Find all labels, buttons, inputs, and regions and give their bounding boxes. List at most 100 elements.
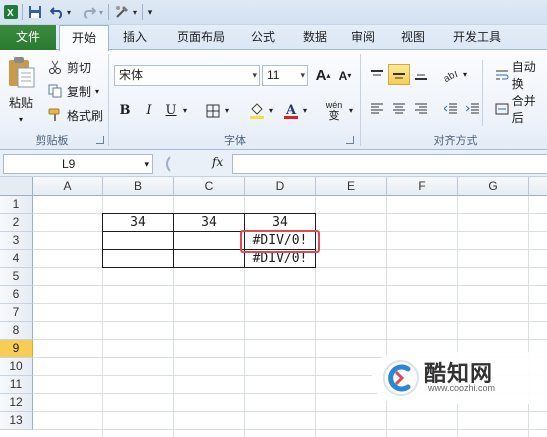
tab-data[interactable]: 数据 (292, 25, 338, 50)
underline-button[interactable]: U (160, 100, 182, 121)
underline-icon: U (165, 103, 177, 118)
row-header-3[interactable]: 3 (0, 232, 33, 250)
clipboard-group-label: 剪贴板 (35, 135, 69, 147)
increase-indent-button[interactable] (462, 98, 484, 119)
merge-center-button[interactable]: 合并后 (494, 94, 547, 125)
underline-dropdown-icon[interactable]: ▾ (180, 100, 190, 121)
orientation-dropdown-icon[interactable]: ▾ (460, 64, 470, 85)
group-separator (360, 54, 361, 146)
borders-dropdown-icon[interactable]: ▾ (222, 100, 232, 121)
copy-button[interactable]: 复制 ▾ (46, 82, 99, 100)
copy-dropdown-icon[interactable]: ▾ (95, 87, 99, 96)
gridline (33, 321, 547, 322)
column-header-h[interactable] (529, 177, 547, 196)
paste-button[interactable]: 粘贴 ▾ (4, 56, 38, 126)
save-icon[interactable] (26, 3, 44, 21)
row-header-8[interactable]: 8 (0, 322, 33, 340)
watermark-url: www.coozhi.com (428, 383, 496, 393)
row-header-6[interactable]: 6 (0, 286, 33, 304)
orientation-button[interactable]: ab (440, 64, 462, 85)
align-middle-button[interactable] (388, 64, 410, 85)
row-header-10[interactable]: 10 (0, 358, 33, 376)
align-right-button[interactable] (410, 98, 432, 119)
qat-dropdown-icon[interactable]: ▾ (144, 3, 156, 21)
row-header-1[interactable]: 1 (0, 196, 33, 214)
formula-input[interactable] (232, 154, 547, 174)
shrink-font-icon: A (338, 68, 348, 83)
row-header-7[interactable]: 7 (0, 304, 33, 322)
chevron-down-icon: ▾ (300, 70, 305, 80)
bold-button[interactable]: B (114, 100, 136, 121)
tab-review[interactable]: 审阅 (340, 25, 386, 50)
select-all-corner[interactable] (0, 177, 33, 196)
gridline (33, 411, 547, 412)
row-header-12[interactable]: 12 (0, 394, 33, 412)
column-header-c[interactable]: C (174, 177, 245, 196)
column-header-a[interactable]: A (33, 177, 103, 196)
qat-separator (142, 4, 143, 20)
font-name-select[interactable]: 宋体 ▾ (114, 65, 260, 86)
paste-icon (6, 56, 36, 88)
tab-formulas[interactable]: 公式 (240, 25, 286, 50)
align-center-button[interactable] (388, 98, 410, 119)
font-color-button[interactable]: A (280, 100, 302, 121)
excel-app-icon[interactable]: X (2, 3, 20, 21)
tab-page-layout[interactable]: 页面布局 (166, 25, 236, 50)
align-left-button[interactable] (366, 98, 388, 119)
row-header-13[interactable]: 13 (0, 412, 33, 430)
cut-button[interactable]: 剪切 (46, 58, 91, 76)
tab-developer[interactable]: 开发工具 (444, 25, 510, 50)
row-header-9[interactable]: 9 (0, 340, 33, 358)
font-size-value: 11 (267, 68, 280, 82)
italic-button[interactable]: I (138, 100, 160, 121)
custom-tool-icon[interactable] (113, 3, 131, 21)
row-header-11[interactable]: 11 (0, 376, 33, 394)
insert-function-button[interactable]: fx (212, 155, 223, 169)
column-header-f[interactable]: F (387, 177, 458, 196)
font-size-select[interactable]: 11 ▾ (262, 65, 308, 86)
grow-font-button[interactable]: A ▴ (312, 65, 334, 86)
align-bottom-button[interactable] (410, 64, 432, 85)
borders-button[interactable] (202, 100, 224, 121)
chevron-down-icon: ▾ (252, 70, 257, 80)
row-header-2[interactable]: 2 (0, 214, 33, 232)
row-header-4[interactable]: 4 (0, 250, 33, 268)
gridline (33, 303, 547, 304)
copy-icon (46, 84, 64, 98)
fill-color-dropdown-icon[interactable]: ▾ (266, 100, 276, 121)
clipboard-dialog-launcher-icon[interactable] (96, 136, 104, 144)
name-box[interactable]: L9 ▾ (3, 154, 153, 174)
column-header-d[interactable]: D (245, 177, 316, 196)
custom-tool-dropdown-icon[interactable]: ▾ (130, 3, 140, 21)
tab-home[interactable]: 开始 (59, 25, 109, 51)
format-painter-button[interactable]: 格式刷 (46, 106, 103, 124)
font-color-dropdown-icon[interactable]: ▾ (300, 100, 310, 121)
tab-view[interactable]: 视图 (390, 25, 436, 50)
fill-color-button[interactable] (246, 100, 268, 121)
svg-text:X: X (7, 8, 14, 19)
quick-access-toolbar: X ▾ ▾ ▾ ▾ (0, 0, 547, 25)
tab-insert[interactable]: 插入 (112, 25, 158, 50)
decrease-indent-button[interactable] (440, 98, 462, 119)
undo-dropdown-icon[interactable]: ▾ (64, 3, 74, 21)
cell-c2[interactable]: 34 (174, 214, 244, 232)
column-header-b[interactable]: B (103, 177, 174, 196)
align-top-button[interactable] (366, 64, 388, 85)
shrink-font-button[interactable]: A ▾ (334, 65, 356, 86)
grow-arrow-icon: ▴ (326, 71, 331, 80)
paste-dropdown-icon[interactable]: ▾ (19, 115, 23, 124)
wrap-text-button[interactable]: 自动换 (494, 60, 547, 91)
cell-b2[interactable]: 34 (103, 214, 173, 232)
gridline (33, 285, 547, 286)
font-dialog-launcher-icon[interactable] (346, 136, 354, 144)
phonetic-guide-button[interactable]: wén 变 (320, 98, 348, 124)
gridline (33, 429, 547, 430)
column-header-g[interactable]: G (458, 177, 529, 196)
tab-file[interactable]: 文件 (0, 25, 56, 50)
column-header-e[interactable]: E (316, 177, 387, 196)
italic-icon: I (146, 103, 152, 118)
redo-dropdown-icon[interactable]: ▾ (96, 3, 106, 21)
phonetic-dropdown-icon[interactable]: ▾ (346, 100, 356, 121)
name-box-value: L9 (62, 157, 76, 171)
row-header-5[interactable]: 5 (0, 268, 33, 286)
